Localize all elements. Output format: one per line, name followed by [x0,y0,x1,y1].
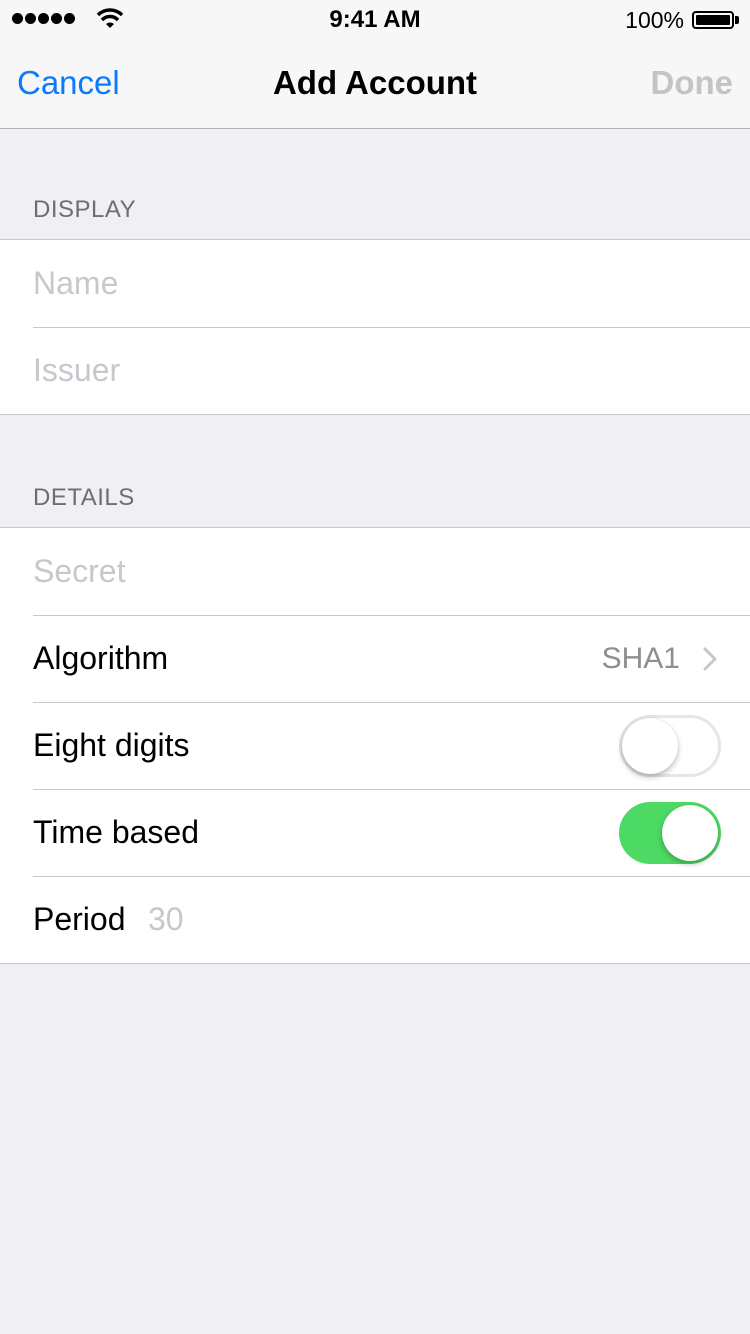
eight-digits-toggle[interactable] [619,715,721,777]
done-button[interactable]: Done [651,64,734,102]
status-bar: 9:41 AM 100% [0,0,750,40]
page-title: Add Account [272,64,478,101]
secret-row [0,528,750,615]
details-section-header: DETAILS [33,484,135,511]
navigation-bar: Cancel Add Account Done [0,40,750,129]
eight-digits-label: Eight digits [33,727,190,763]
toggle-knob [622,718,678,774]
algorithm-label: Algorithm [33,640,169,676]
time-based-label: Time based [33,814,199,850]
period-row: Period [0,876,750,963]
name-row [0,240,750,327]
details-group: Algorithm SHA1 Eight digits Time based P… [0,527,750,964]
display-section-header: DISPLAY [33,196,137,223]
chevron-right-icon [703,647,717,671]
display-group [0,239,750,415]
algorithm-value: SHA1 [601,642,680,675]
name-input[interactable] [33,240,723,327]
toggle-knob [662,805,718,861]
issuer-input[interactable] [33,327,723,414]
period-label: Period [33,901,126,937]
issuer-row [0,327,750,414]
time-based-row: Time based [0,789,750,876]
algorithm-row[interactable]: Algorithm SHA1 [0,615,750,702]
secret-input[interactable] [33,528,723,615]
battery-percentage: 100% [625,7,684,33]
time-based-toggle[interactable] [619,802,721,864]
eight-digits-row: Eight digits [0,702,750,789]
period-input[interactable] [148,876,708,963]
battery-icon [692,11,740,29]
